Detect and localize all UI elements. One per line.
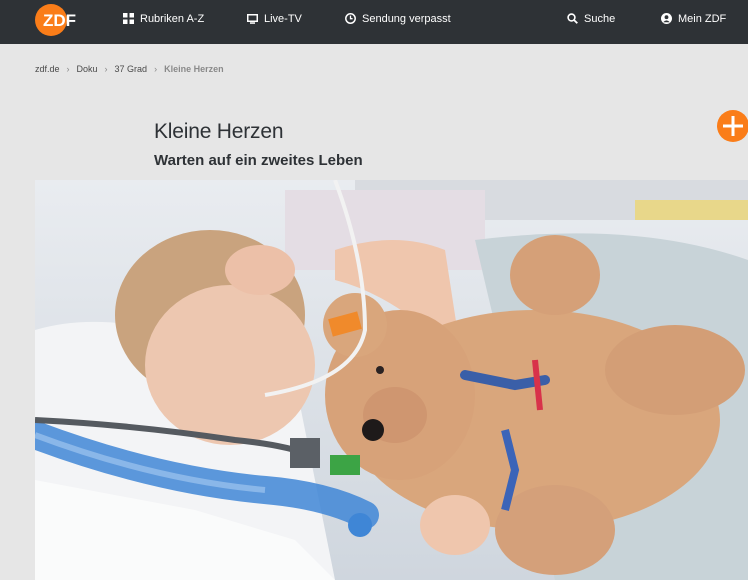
plus-icon [723,116,743,136]
zdf-logo[interactable]: ZDF [34,3,88,37]
breadcrumb-separator: › [104,64,108,74]
breadcrumb-home[interactable]: zdf.de [35,64,60,74]
breadcrumb-separator: › [66,64,70,74]
page-title: Kleine Herzen [154,120,284,143]
breadcrumb-current: Kleine Herzen [164,64,224,74]
hero-photo-illustration [35,180,748,580]
breadcrumb-37-grad[interactable]: 37 Grad [115,64,148,74]
breadcrumb-doku[interactable]: Doku [77,64,98,74]
nav-rubriken[interactable]: Rubriken A-Z [123,0,204,37]
top-navigation-bar: ZDF Rubriken A-Z Live-TV Sendung verpass… [0,0,748,44]
nav-suche[interactable]: Suche [567,0,615,37]
user-icon [661,13,672,24]
nav-verpasst-label: Sendung verpasst [362,12,451,25]
nav-rubriken-label: Rubriken A-Z [140,12,205,25]
tv-icon [247,13,258,24]
search-icon [567,13,578,24]
clock-icon [345,13,356,24]
breadcrumb-separator: › [154,64,158,74]
zdf-logo-text: ZDF [43,11,76,30]
page-subtitle: Warten auf ein zweites Leben [154,152,363,169]
nav-mein-zdf[interactable]: Mein ZDF [661,0,726,37]
nav-mein-label: Mein ZDF [678,12,727,25]
grid-icon [123,13,134,24]
nav-livetv-label: Live-TV [264,12,302,25]
nav-sendung-verpasst[interactable]: Sendung verpasst [345,0,451,37]
nav-suche-label: Suche [584,12,616,25]
add-to-favorites-button[interactable] [717,110,748,142]
hero-image[interactable] [35,180,748,580]
breadcrumb: zdf.de › Doku › 37 Grad › Kleine Herzen [35,64,224,74]
nav-livetv[interactable]: Live-TV [247,0,302,37]
